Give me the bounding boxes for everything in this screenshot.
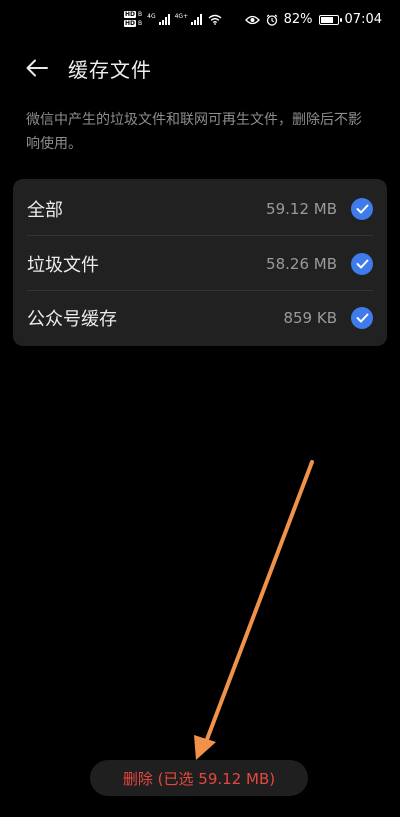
checkbox-checked[interactable]	[351, 306, 373, 329]
item-label: 垃圾文件	[27, 254, 99, 276]
battery-icon	[318, 14, 342, 25]
status-left-icons: HD B HD B 4G 4G+	[124, 11, 222, 27]
description-text: 微信中产生的垃圾文件和联网可再生文件，删除后不影响使用。	[26, 112, 362, 152]
checkbox-checked[interactable]	[351, 197, 373, 220]
checkmark-icon	[356, 313, 368, 322]
list-item-junk-files[interactable]: 垃圾文件 58.26 MB	[13, 236, 387, 291]
list-item-all[interactable]: 全部 59.12 MB	[13, 181, 387, 236]
signal-icon	[158, 13, 170, 25]
item-size: 59.12 MB	[266, 199, 337, 218]
item-label: 公众号缓存	[27, 308, 117, 330]
list-item-official-account-cache[interactable]: 公众号缓存 859 KB	[13, 290, 387, 345]
network-type-label: 4G+	[174, 12, 189, 20]
status-bar: HD B HD B 4G 4G+ 82% 07:04	[0, 0, 400, 40]
battery-percent: 82%	[283, 12, 313, 27]
signal-icon	[191, 13, 203, 25]
hd-sub-label: B	[138, 20, 143, 27]
battery-level-fill	[320, 16, 333, 23]
back-arrow-icon	[26, 59, 48, 77]
back-button[interactable]	[24, 56, 50, 80]
cache-list-card: 全部 59.12 MB 垃圾文件 58.26 MB 公众号缓存 859 KB	[13, 179, 387, 346]
status-right-icons: 82% 07:04	[244, 12, 382, 27]
checkmark-icon	[356, 204, 368, 213]
item-size: 58.26 MB	[266, 254, 337, 273]
item-label: 全部	[27, 199, 63, 221]
delete-button[interactable]: 删除 (已选 59.12 MB)	[90, 760, 308, 796]
hd-sub-label: B	[138, 11, 143, 18]
hd-badge: HD	[124, 11, 137, 18]
alarm-icon	[266, 14, 277, 26]
hd-badge: HD	[124, 20, 137, 27]
clock-time: 07:04	[344, 12, 382, 27]
page-title: 缓存文件	[68, 58, 152, 82]
title-bar: 缓存文件	[0, 52, 400, 84]
wifi-icon	[208, 14, 222, 25]
hd-indicators: HD B HD B	[124, 11, 142, 27]
checkmark-icon	[356, 259, 368, 268]
checkbox-checked[interactable]	[351, 252, 373, 275]
item-size: 859 KB	[283, 308, 337, 327]
network-type-label: 4G	[147, 12, 156, 20]
eye-icon	[244, 15, 260, 24]
